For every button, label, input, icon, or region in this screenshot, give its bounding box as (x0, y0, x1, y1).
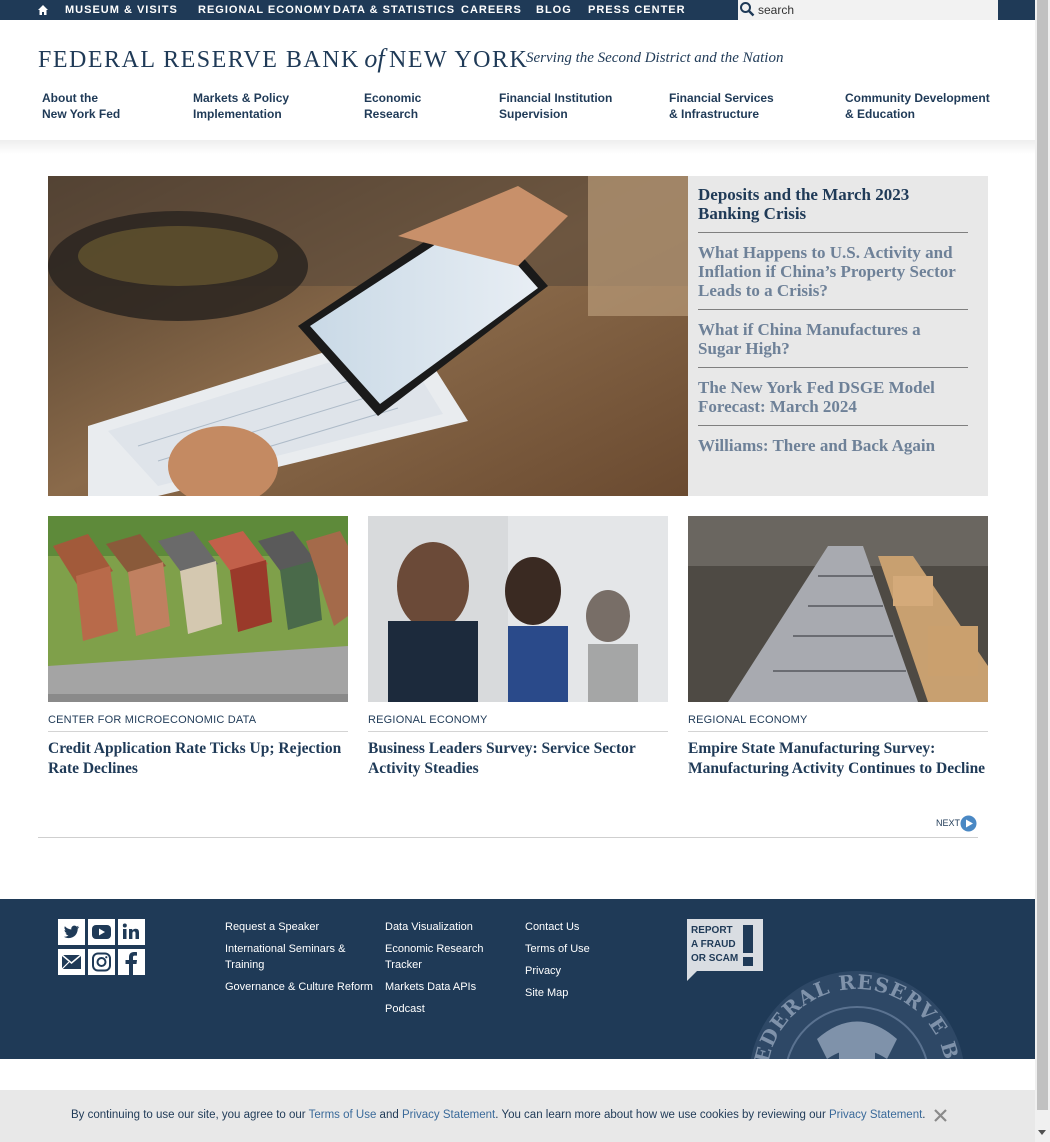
featured-list: Deposits and the March 2023 Banking Cris… (688, 176, 988, 496)
nav-economic-research[interactable]: Economic Research (364, 90, 421, 122)
logo-name-of: of (364, 44, 385, 73)
utility-link-blog[interactable]: BLOG (536, 4, 572, 17)
site-logo[interactable]: FEDERAL RESERVE BANK of NEW YORK Serving… (38, 44, 783, 74)
nav-markets-policy[interactable]: Markets & Policy Implementation (193, 90, 289, 122)
logo-name-part1: FEDERAL RESERVE BANK (38, 47, 360, 73)
cookie-privacy-link-2[interactable]: Privacy Statement (829, 1109, 922, 1121)
home-icon[interactable] (37, 4, 49, 16)
nav-fi-line1: Financial Institution (499, 91, 613, 105)
story-card: REGIONAL ECONOMY Empire State Manufactur… (688, 516, 988, 779)
nav-cd-line2: & Education (845, 107, 916, 121)
featured-item[interactable]: What if China Manufactures a Sugar High? (698, 319, 968, 368)
footer-link-international-seminars[interactable]: International Seminars & Training (225, 941, 375, 973)
instagram-icon[interactable] (88, 949, 115, 975)
footer-link-data-visualization[interactable]: Data Visualization (385, 919, 495, 935)
footer-link-research-tracker[interactable]: Economic Research Tracker (385, 941, 495, 973)
nav-financial-services[interactable]: Financial Services & Infrastructure (669, 90, 774, 122)
email-icon[interactable] (58, 949, 85, 975)
search-icon[interactable] (739, 1, 755, 17)
nav-fs-line1: Financial Services (669, 91, 774, 105)
hero-image[interactable] (48, 176, 688, 496)
twitter-icon[interactable] (58, 919, 85, 945)
story-card: CENTER FOR MICROECONOMIC DATA Credit App… (48, 516, 348, 779)
footer-column-3: Contact Us Terms of Use Privacy Site Map (525, 919, 635, 1007)
search-box (738, 0, 998, 20)
featured-item[interactable]: Deposits and the March 2023 Banking Cris… (698, 184, 968, 233)
conveyor-boxes-image[interactable] (688, 516, 988, 702)
fed-seal-watermark: FEDERAL RESERVE BANK OF NEW YORK (747, 969, 965, 1059)
card-title[interactable]: Business Leaders Survey: Service Sector … (368, 739, 668, 779)
page-scrollbar[interactable] (1035, 0, 1050, 1142)
nav-about-line1: About the (42, 91, 98, 105)
footer-link-markets-apis[interactable]: Markets Data APIs (385, 979, 495, 995)
featured-item[interactable]: Williams: There and Back Again (698, 435, 968, 464)
cookie-terms-link[interactable]: Terms of Use (309, 1109, 377, 1121)
cookie-privacy-link[interactable]: Privacy Statement (402, 1109, 495, 1121)
nav-economic-line1: Economic (364, 91, 422, 105)
footer-link-request-speaker[interactable]: Request a Speaker (225, 919, 375, 935)
nav-shadow (0, 140, 1035, 154)
utility-link-press-center[interactable]: PRESS CENTER (588, 4, 686, 17)
logo-name-part2: NEW YORK (389, 47, 529, 73)
search-input[interactable] (758, 2, 988, 18)
youtube-icon[interactable] (88, 919, 115, 945)
card-title[interactable]: Empire State Manufacturing Survey: Manuf… (688, 739, 988, 779)
utility-link-regional-economy[interactable]: REGIONAL ECONOMY (198, 4, 332, 17)
utility-link-museum[interactable]: MUSEUM & VISITS (65, 4, 178, 17)
office-workers-image[interactable] (368, 516, 668, 702)
featured-item[interactable]: What Happens to U.S. Activity and Inflat… (698, 242, 968, 310)
facebook-icon[interactable] (118, 949, 145, 975)
card-kicker[interactable]: CENTER FOR MICROECONOMIC DATA (48, 713, 348, 732)
site-footer: Request a Speaker International Seminars… (0, 899, 1035, 1059)
cookie-middle: . You can learn more about how we use co… (495, 1109, 829, 1121)
play-arrow-icon (960, 815, 977, 832)
fraud-line-1: REPORT (691, 925, 733, 936)
footer-link-contact[interactable]: Contact Us (525, 919, 635, 935)
featured-item[interactable]: The New York Fed DSGE Model Forecast: Ma… (698, 377, 968, 426)
nav-markets-line1: Markets & Policy (193, 91, 290, 105)
fraud-line-2: A FRAUD (691, 939, 736, 950)
nav-financial-institution[interactable]: Financial Institution Supervision (499, 90, 612, 122)
nav-cd-line1: Community Development (845, 91, 990, 105)
card-kicker[interactable]: REGIONAL ECONOMY (368, 713, 668, 732)
nav-community-development[interactable]: Community Development & Education (845, 90, 990, 122)
next-button[interactable]: NEXT (936, 815, 977, 832)
nav-economic-line2: Research (364, 107, 419, 121)
utility-link-data-statistics[interactable]: DATA & STATISTICS (333, 4, 455, 17)
card-title[interactable]: Credit Application Rate Ticks Up; Reject… (48, 739, 348, 779)
linkedin-icon[interactable] (118, 919, 145, 945)
footer-column-2: Data Visualization Economic Research Tra… (385, 919, 495, 1023)
nav-fs-line2: & Infrastructure (669, 107, 760, 121)
close-icon[interactable] (933, 1108, 948, 1123)
nav-about[interactable]: About the New York Fed (42, 90, 120, 122)
nav-markets-line2: Implementation (193, 107, 282, 121)
nav-fi-line2: Supervision (499, 107, 568, 121)
logo-tagline: Serving the Second District and the Nati… (526, 50, 784, 66)
nav-about-line2: New York Fed (42, 107, 121, 121)
utility-link-careers[interactable]: CAREERS (461, 4, 522, 17)
footer-link-privacy[interactable]: Privacy (525, 963, 635, 979)
next-label: NEXT (936, 818, 961, 828)
story-card: REGIONAL ECONOMY Business Leaders Survey… (368, 516, 668, 779)
cookie-message: By continuing to use our site, you agree… (71, 1108, 926, 1122)
footer-column-1: Request a Speaker International Seminars… (225, 919, 375, 1001)
scroll-down-arrow[interactable] (1038, 1130, 1046, 1135)
footer-link-terms[interactable]: Terms of Use (525, 941, 635, 957)
cookie-suffix: . (922, 1109, 926, 1121)
cookie-banner: By continuing to use our site, you agree… (0, 1090, 1035, 1142)
utility-bar: MUSEUM & VISITS REGIONAL ECONOMY DATA & … (0, 0, 1035, 20)
row-houses-image[interactable] (48, 516, 348, 702)
main-nav: About the New York Fed Markets & Policy Im… (0, 88, 1035, 140)
footer-link-site-map[interactable]: Site Map (525, 985, 635, 1001)
scrollbar-thumb[interactable] (1037, 0, 1048, 1110)
cookie-and: and (376, 1109, 402, 1121)
section-divider (38, 837, 978, 838)
footer-link-podcast[interactable]: Podcast (385, 1001, 495, 1017)
cookie-prefix: By continuing to use our site, you agree… (71, 1109, 309, 1121)
card-kicker[interactable]: REGIONAL ECONOMY (688, 713, 988, 732)
footer-link-governance[interactable]: Governance & Culture Reform (225, 979, 375, 995)
fraud-line-3: OR SCAM (691, 953, 738, 964)
